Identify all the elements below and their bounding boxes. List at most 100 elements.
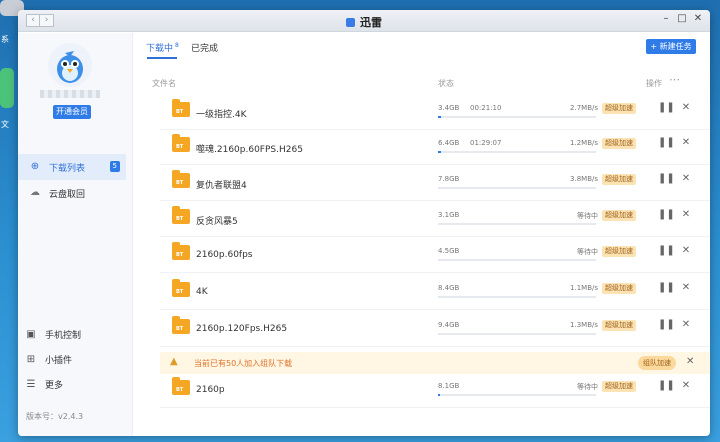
bt-label: BT <box>176 252 184 258</box>
pause-icon[interactable]: ❚❚ <box>658 245 675 257</box>
download-row[interactable]: BT 噬魂.2160p.60FPS.H265 6.4GB 01:29:07 1.2MB/… <box>160 131 710 165</box>
progress-bar <box>438 151 596 153</box>
progress-fill <box>438 394 440 396</box>
sidebar-item-more[interactable]: ☰ 更多 <box>26 375 64 393</box>
super-accel-button[interactable]: 超级加速 <box>602 381 636 392</box>
super-accel-button[interactable]: 超级加速 <box>602 320 636 331</box>
download-count-badge: 5 <box>109 161 120 172</box>
new-task-button[interactable]: + 新建任务 <box>646 39 696 54</box>
super-accel-button[interactable]: 超级加速 <box>602 174 636 185</box>
super-accel-button[interactable]: 超级加速 <box>602 283 636 294</box>
title-text: 迅雷 <box>360 16 382 29</box>
bt-label: BT <box>176 180 184 186</box>
download-row[interactable]: BT 复仇者联盟4 7.8GB 3.8MB/s 超级加速 ❚❚ ✕ <box>160 167 710 201</box>
column-header-status: 状态 <box>438 79 454 88</box>
super-accel-button[interactable]: 超级加速 <box>602 210 636 221</box>
sidebar-item-phone[interactable]: ▣ 手机控制 <box>26 325 81 343</box>
bt-label: BT <box>176 109 184 115</box>
file-size: 7.8GB <box>438 175 460 183</box>
xunlei-logo-icon <box>346 18 355 27</box>
team-accel-button[interactable]: 组队加速 <box>638 356 676 370</box>
tab-underline <box>147 57 177 59</box>
xunlei-window: ‹ › 迅雷 – □ ✕ 开通会员 ⊕ 下载列表 5 ☁ 云盘取回 ▣ 手机控制… <box>18 10 710 436</box>
delete-icon[interactable]: ✕ <box>680 245 692 257</box>
desktop-app-icon[interactable] <box>0 68 14 108</box>
tab-downloading[interactable]: 下载中 8 <box>146 41 179 54</box>
tab-label: 下载中 <box>146 44 174 54</box>
more-options-icon[interactable]: ⋯ <box>669 73 680 86</box>
maximize-button[interactable]: □ <box>676 13 688 25</box>
file-name: 2160p <box>196 385 225 395</box>
delete-icon[interactable]: ✕ <box>680 319 692 331</box>
avatar[interactable] <box>48 43 92 87</box>
sidebar-item-label: 手机控制 <box>45 330 82 341</box>
delete-icon[interactable]: ✕ <box>680 282 692 294</box>
download-row[interactable]: BT 2160p 8.1GB 等待中 超级加速 ❚❚ ✕ <box>160 374 710 408</box>
download-speed: 1.3MB/s <box>570 321 598 329</box>
delete-icon[interactable]: ✕ <box>680 137 692 149</box>
download-row[interactable]: BT 反贪风暴5 3.1GB 等待中 超级加速 ❚❚ ✕ <box>160 203 710 237</box>
bt-label: BT <box>176 289 184 295</box>
download-speed: 等待中 <box>577 248 598 256</box>
bt-folder-icon: BT <box>172 99 190 117</box>
cloud-icon: ☁ <box>30 187 40 198</box>
pause-icon[interactable]: ❚❚ <box>658 209 675 221</box>
pause-icon[interactable]: ❚❚ <box>658 380 675 392</box>
window-controls: – □ ✕ <box>660 13 704 25</box>
progress-bar <box>438 394 596 396</box>
delete-icon[interactable]: ✕ <box>680 209 692 221</box>
download-speed: 3.8MB/s <box>570 175 598 183</box>
desktop-label: 系 <box>1 35 9 44</box>
main-panel: 下载中 8 已完成 + 新建任务 文件名 状态 操作 ⋯ BT 一级指控.4K 3.4… <box>134 33 710 436</box>
download-row[interactable]: BT 2160p.120Fps.H265 9.4GB 1.3MB/s 超级加速 ❚❚ ✕ <box>160 313 710 347</box>
remaining-time: 01:29:07 <box>470 139 502 147</box>
bt-label: BT <box>176 387 184 393</box>
pause-icon[interactable]: ❚❚ <box>658 102 675 114</box>
delete-icon[interactable]: ✕ <box>680 102 692 114</box>
bt-label: BT <box>176 144 184 150</box>
remaining-time: 00:21:10 <box>470 104 502 112</box>
pause-icon[interactable]: ❚❚ <box>658 319 675 331</box>
pause-icon[interactable]: ❚❚ <box>658 282 675 294</box>
close-notice-icon[interactable]: ✕ <box>686 356 694 367</box>
minimize-button[interactable]: – <box>660 13 672 25</box>
progress-bar <box>438 187 596 189</box>
vip-button[interactable]: 开通会员 <box>53 105 91 119</box>
phone-icon: ▣ <box>26 328 36 340</box>
file-name: 噬魂.2160p.60FPS.H265 <box>196 145 303 155</box>
download-icon: ⊕ <box>30 161 40 172</box>
close-button[interactable]: ✕ <box>692 13 704 25</box>
sidebar-item-downloads[interactable]: ⊕ 下载列表 5 <box>18 154 126 180</box>
download-row[interactable]: BT 2160p.60fps 4.5GB 等待中 超级加速 ❚❚ ✕ <box>160 239 710 273</box>
sidebar-item-label: 下载列表 <box>49 163 86 174</box>
delete-icon[interactable]: ✕ <box>680 173 692 185</box>
download-speed: 等待中 <box>577 383 598 391</box>
pause-icon[interactable]: ❚❚ <box>658 137 675 149</box>
download-row[interactable]: BT 一级指控.4K 3.4GB 00:21:10 2.7MB/s 超级加速 ❚❚ ✕ <box>160 96 710 130</box>
file-size: 9.4GB <box>438 321 460 329</box>
bt-folder-icon: BT <box>172 170 190 188</box>
progress-fill <box>438 116 442 118</box>
pause-icon[interactable]: ❚❚ <box>658 173 675 185</box>
bt-folder-icon: BT <box>172 242 190 260</box>
tab-completed[interactable]: 已完成 <box>191 41 218 54</box>
bt-folder-icon: BT <box>172 134 190 152</box>
sidebar-item-plugins[interactable]: ⊞ 小插件 <box>26 350 72 368</box>
super-accel-button[interactable]: 超级加速 <box>602 103 636 114</box>
file-name: 2160p.60fps <box>196 250 253 260</box>
username-blurred <box>40 90 100 98</box>
super-accel-button[interactable]: 超级加速 <box>602 246 636 257</box>
super-accel-button[interactable]: 超级加速 <box>602 138 636 149</box>
notice-text: 当前已有50人加入组队下载 <box>194 359 293 368</box>
sidebar-item-cloud[interactable]: ☁ 云盘取回 <box>18 180 133 206</box>
delete-icon[interactable]: ✕ <box>680 380 692 392</box>
file-size: 4.5GB <box>438 247 460 255</box>
bt-label: BT <box>176 326 184 332</box>
warning-icon: ▲ <box>170 356 178 367</box>
menu-icon: ☰ <box>26 378 36 390</box>
bt-folder-icon: BT <box>172 206 190 224</box>
download-row[interactable]: BT 4K 8.4GB 1.1MB/s 超级加速 ❚❚ ✕ <box>160 276 710 310</box>
progress-bar <box>438 259 596 261</box>
bt-folder-icon: BT <box>172 377 190 395</box>
download-speed: 1.2MB/s <box>570 139 598 147</box>
